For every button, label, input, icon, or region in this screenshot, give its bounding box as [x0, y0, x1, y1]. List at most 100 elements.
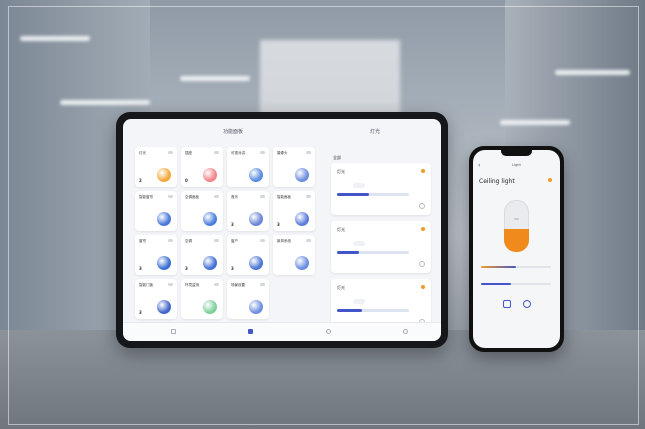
- toggle-switch[interactable]: [168, 239, 173, 242]
- lamp-fill: [504, 228, 529, 252]
- device-icon: [249, 168, 263, 182]
- device-label: 智能面板: [277, 195, 291, 199]
- brightness-slider[interactable]: [337, 309, 409, 312]
- device-count: 3: [231, 222, 234, 227]
- device-icon: [203, 300, 217, 314]
- toggle-switch[interactable]: [260, 239, 265, 242]
- device-card[interactable]: 空调面板: [181, 191, 223, 231]
- device-card[interactable]: 智能窗帘: [135, 191, 177, 231]
- toggle-switch[interactable]: [260, 195, 265, 198]
- device-icon: [157, 300, 171, 314]
- toggle-switch[interactable]: [214, 283, 219, 286]
- device-card[interactable]: 窗户 3: [227, 235, 269, 275]
- mode-pill[interactable]: [353, 299, 365, 304]
- device-count: 3: [139, 310, 142, 315]
- device-count: 3: [277, 222, 280, 227]
- device-title: Ceiling light: [479, 178, 515, 185]
- device-label: 窗户: [231, 239, 238, 243]
- device-card[interactable]: 智能门锁 3: [135, 279, 177, 319]
- light-label: 灯光: [337, 169, 345, 174]
- light-card[interactable]: 灯光: [331, 221, 431, 273]
- brightness-slider[interactable]: [337, 193, 409, 196]
- device-label: 窗帘: [139, 239, 146, 243]
- device-icon: [249, 300, 263, 314]
- brightness-fill: [337, 251, 359, 254]
- toggle-switch[interactable]: [168, 195, 173, 198]
- toggle-switch[interactable]: [306, 195, 311, 198]
- profile-tab-icon[interactable]: [403, 329, 408, 334]
- status-dot: [421, 285, 425, 289]
- device-count: 3: [185, 266, 188, 271]
- device-icon: [249, 212, 263, 226]
- color-temp-slider[interactable]: [481, 266, 551, 268]
- home-tab-icon[interactable]: [171, 329, 176, 334]
- toggle-switch[interactable]: [306, 151, 311, 154]
- toggle-switch[interactable]: [168, 283, 173, 286]
- toggle-switch[interactable]: [306, 239, 311, 242]
- device-card[interactable]: 摄像头: [273, 147, 315, 187]
- light-label: 灯光: [337, 285, 345, 290]
- device-label: 音乐: [231, 195, 238, 199]
- toggle-switch[interactable]: [260, 283, 265, 286]
- device-card[interactable]: 新风系统: [273, 235, 315, 275]
- device-label: 灯光: [139, 151, 146, 155]
- ceiling-light-strip: [180, 76, 250, 81]
- device-card[interactable]: 场景设置: [227, 279, 269, 319]
- device-icon: [295, 168, 309, 182]
- device-card[interactable]: 音乐 3: [227, 191, 269, 231]
- device-icon: [203, 212, 217, 226]
- device-card[interactable]: 环境监测: [181, 279, 223, 319]
- phone-notch: [501, 150, 532, 156]
- device-icon: [157, 212, 171, 226]
- device-count: 3: [139, 266, 142, 271]
- device-card[interactable]: 灯光 2: [135, 147, 177, 187]
- device-card[interactable]: 插座 0: [181, 147, 223, 187]
- device-label: 摄像头: [277, 151, 288, 155]
- timer-icon[interactable]: [503, 300, 511, 308]
- phone-screen: ‹ Light Ceiling light: [473, 150, 560, 348]
- device-count: 3: [231, 266, 234, 271]
- brightness-slider[interactable]: [481, 283, 551, 285]
- scenes-tab-icon[interactable]: [326, 329, 331, 334]
- toggle-switch[interactable]: [214, 195, 219, 198]
- device-label: 空调: [185, 239, 192, 243]
- brightness-slider[interactable]: [337, 251, 409, 254]
- ceiling-light-strip: [20, 36, 90, 41]
- tab-function-panel[interactable]: 功能面板: [223, 128, 243, 135]
- device-card[interactable]: 可视对讲: [227, 147, 269, 187]
- tablet-device: 功能面板 灯光 灯光 2 插座 0 可视对讲 摄像头智能窗帘 空调面板 音乐 3 智能面板 3 窗帘 3…: [116, 112, 448, 348]
- brightness-fill: [481, 283, 511, 285]
- power-icon[interactable]: [419, 203, 425, 209]
- light-card[interactable]: 灯光: [331, 163, 431, 215]
- bottom-tab-bar: [123, 322, 441, 341]
- light-label: 灯光: [337, 227, 345, 232]
- device-card[interactable]: 空调 3: [181, 235, 223, 275]
- device-label: 空调面板: [185, 195, 199, 199]
- toggle-switch[interactable]: [214, 151, 219, 154]
- tablet-header: 功能面板 灯光: [123, 119, 441, 143]
- toggle-switch[interactable]: [260, 151, 265, 154]
- device-count: 0: [185, 178, 188, 183]
- device-label: 环境监测: [185, 283, 199, 287]
- device-icon: [203, 168, 217, 182]
- power-icon[interactable]: [523, 300, 531, 308]
- device-icon: [295, 256, 309, 270]
- tab-lights[interactable]: 灯光: [370, 128, 380, 135]
- phone-top-title: Light: [512, 163, 521, 167]
- toggle-switch[interactable]: [168, 151, 173, 154]
- device-card[interactable]: 窗帘 3: [135, 235, 177, 275]
- device-icon: [157, 256, 171, 270]
- mode-pill[interactable]: [353, 241, 365, 246]
- device-icon: [249, 256, 263, 270]
- ceiling-light-strip: [555, 70, 630, 75]
- mode-pill[interactable]: [353, 183, 365, 188]
- brightness-lamp-slider[interactable]: [504, 200, 529, 252]
- power-icon[interactable]: [419, 261, 425, 267]
- toggle-switch[interactable]: [214, 239, 219, 242]
- ceiling-light-strip: [60, 100, 150, 105]
- phone-device: ‹ Light Ceiling light: [469, 146, 564, 352]
- lamp-handle: [514, 218, 519, 220]
- devices-tab-icon[interactable]: [248, 329, 253, 334]
- device-icon: [157, 168, 171, 182]
- device-card[interactable]: 智能面板 3: [273, 191, 315, 231]
